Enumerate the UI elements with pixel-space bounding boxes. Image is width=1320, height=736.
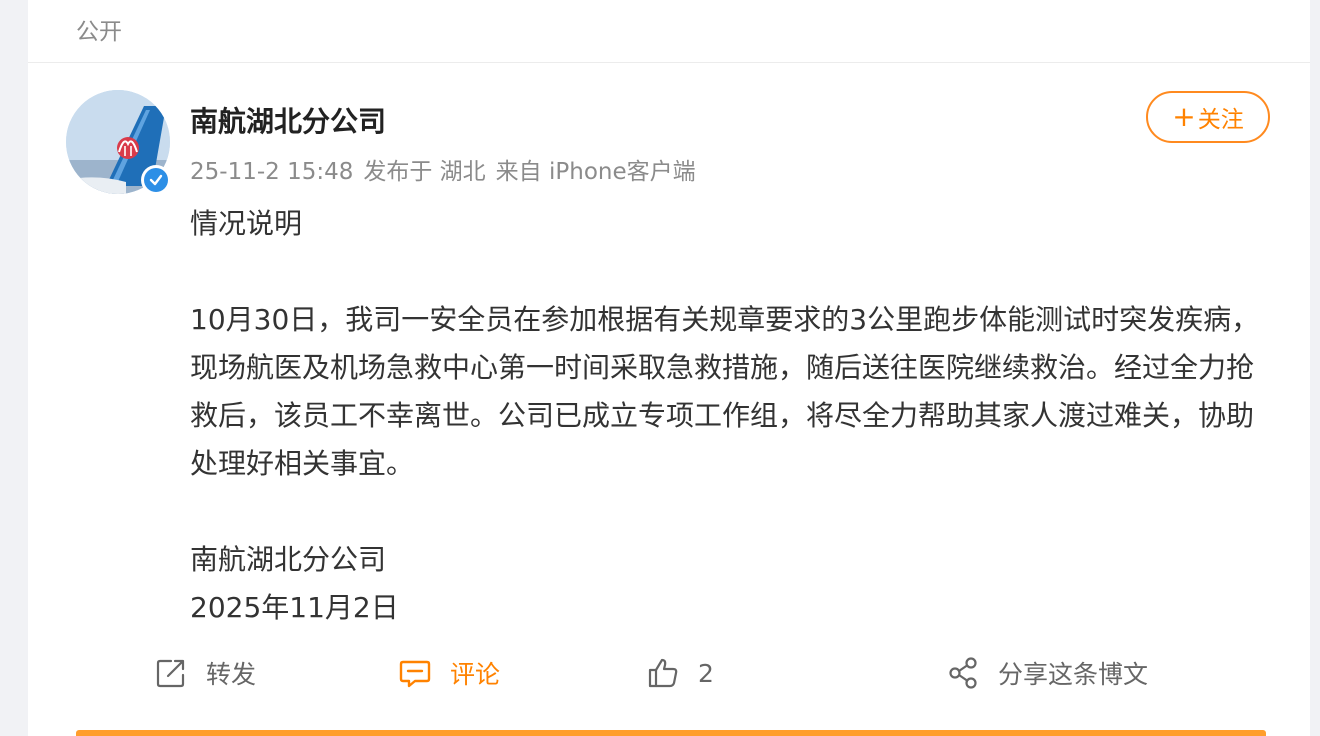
share-icon [949,657,977,689]
author-name[interactable]: 南航湖北分公司 [190,100,386,140]
post-title: 情况说明 [190,207,303,240]
comment-icon [399,660,431,688]
comment-button[interactable]: 评论 [398,648,500,698]
like-button[interactable]: 2 [646,648,714,698]
next-card-edge [76,730,1266,736]
post-time[interactable]: 25-11-2 15:48 [190,159,353,185]
like-count: 2 [698,658,714,688]
follow-button[interactable]: + 关注 [1146,91,1270,143]
comment-label: 评论 [450,660,501,689]
follow-label: 关注 [1197,107,1244,133]
verified-icon [141,165,171,195]
share-label: 分享这条博文 [998,660,1149,689]
share-button[interactable]: 分享这条博文 [946,648,1148,698]
action-bar: 转发 评论 2 分享这条博文 [28,648,1310,698]
post-body: 10月30日，我司一安全员在参加根据有关规章要求的3公里跑步体能测试时突发疾病，… [190,303,1260,480]
post-meta: 25-11-2 15:48 发布于 湖北 来自 iPhone客户端 [190,152,706,186]
post-signature: 南航湖北分公司 [190,543,387,576]
divider [28,62,1310,63]
like-icon [648,658,678,688]
post-source: 来自 iPhone客户端 [495,159,696,185]
repost-button[interactable]: 转发 [154,648,256,698]
post-location: 发布于 湖北 [363,159,486,185]
repost-label: 转发 [206,660,257,689]
repost-icon [156,659,185,688]
post-content: 情况说明 10月30日，我司一安全员在参加根据有关规章要求的3公里跑步体能测试时… [190,200,1272,632]
post-date: 2025年11月2日 [190,591,399,624]
visibility-label: 公开 [76,19,122,45]
plus-icon: + [1172,100,1196,133]
